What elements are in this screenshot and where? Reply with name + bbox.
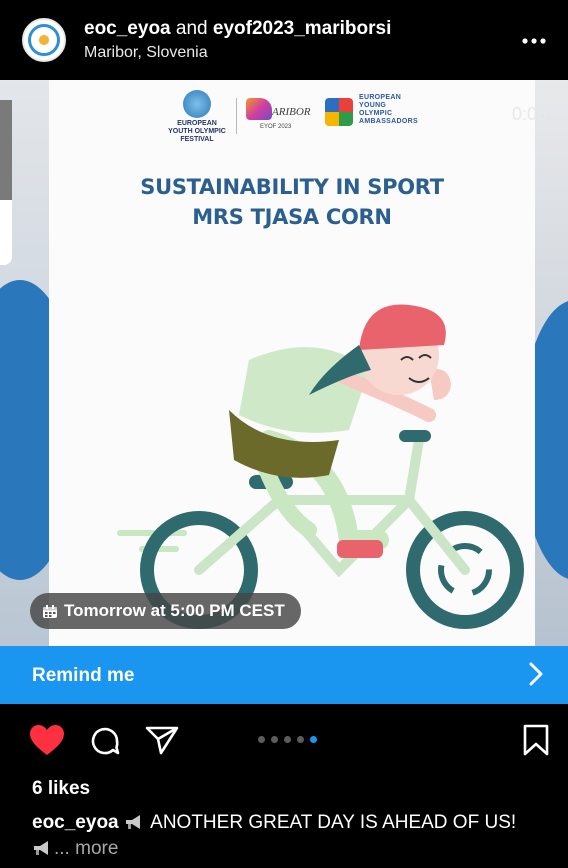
maribor-mark-icon (246, 98, 272, 120)
eyof-globe-icon (183, 90, 211, 118)
megaphone-icon (34, 841, 48, 855)
send-icon[interactable] (145, 725, 179, 755)
poster-headline: SUSTAINABILITY IN SPORT MRS TJASA CORN (49, 172, 535, 232)
eyof-logo-text-3: FESTIVAL (180, 136, 214, 143)
author-joiner: and (175, 18, 208, 39)
bookmark-icon[interactable] (522, 724, 550, 756)
eyoa-logo-line: YOUNG (359, 102, 387, 109)
maribor-logo-text: ARIBOR (272, 106, 311, 118)
caption-text: ANOTHER GREAT DAY IS AHEAD OF US! (150, 812, 517, 833)
post-actions (0, 704, 568, 774)
post-media[interactable]: EUROPEAN YOUTH OLYMPIC FESTIVAL ARIBOR E… (0, 80, 568, 646)
maribor-logo: ARIBOR EYOF 2023 (246, 98, 314, 136)
poster-speaker: MRS TJASA CORN (192, 205, 392, 229)
partner-logos: EUROPEAN YOUTH OLYMPIC FESTIVAL ARIBOR E… (49, 82, 535, 144)
carousel-indicator (258, 736, 317, 743)
post-caption: eoc_eyoa ANOTHER GREAT DAY IS AHEAD OF U… (32, 810, 552, 862)
logo-divider (236, 98, 237, 134)
eyoa-logo-line: AMBASSADORS (359, 118, 418, 125)
poster-title: SUSTAINABILITY IN SPORT (140, 175, 444, 199)
author-username-1[interactable]: eoc_eyoa (84, 18, 171, 39)
post-header: eoc_eyoa and eyof2023_mariborsi Maribor,… (0, 0, 568, 80)
carousel-dot-active (310, 736, 317, 743)
event-poster: EUROPEAN YOUTH OLYMPIC FESTIVAL ARIBOR E… (49, 80, 547, 646)
more-horizontal-icon[interactable] (522, 26, 546, 46)
likes-count[interactable]: 6 likes (32, 778, 90, 800)
calendar-icon (42, 604, 58, 618)
video-timer: 0:05 (512, 104, 548, 124)
eyof-logo-text-2: YOUTH OLYMPIC (168, 128, 226, 135)
eyoa-logo: EUROPEAN YOUNG OLYMPIC AMBASSADORS (325, 94, 435, 136)
megaphone-icon (125, 815, 140, 829)
caption-more-link[interactable]: ... more (54, 838, 118, 859)
user-avatar[interactable] (22, 18, 66, 62)
side-panel-stripe (0, 100, 12, 200)
eyoa-mark-icon (325, 98, 353, 126)
eyof-logo-text-1: EUROPEAN (177, 120, 217, 127)
comment-icon[interactable] (89, 725, 121, 757)
carousel-dot (284, 736, 291, 743)
remind-me-button[interactable]: Remind me (0, 646, 568, 704)
event-time-text: Tomorrow at 5:00 PM CEST (64, 601, 285, 620)
eyoa-logo-line: EUROPEAN (359, 94, 402, 101)
eyoa-logo-text: EUROPEAN YOUNG OLYMPIC AMBASSADORS (359, 94, 418, 126)
cyclist-illustration (117, 304, 524, 629)
chevron-right-icon (529, 662, 543, 686)
eyoa-logo-line: OLYMPIC (359, 110, 393, 117)
remind-me-label: Remind me (32, 665, 135, 686)
carousel-dot (297, 736, 304, 743)
caption-username[interactable]: eoc_eyoa (32, 812, 119, 833)
event-time-badge: Tomorrow at 5:00 PM CEST (30, 593, 301, 629)
avatar-dot (39, 35, 49, 45)
heart-icon[interactable] (29, 724, 65, 756)
carousel-dot (271, 736, 278, 743)
maribor-logo-subtext: EYOF 2023 (260, 124, 292, 130)
author-username-2[interactable]: eyof2023_mariborsi (213, 18, 392, 39)
post-authors: eoc_eyoa and eyof2023_mariborsi (84, 18, 391, 40)
eyof-logo: EUROPEAN YOUTH OLYMPIC FESTIVAL (162, 90, 232, 144)
post-location[interactable]: Maribor, Slovenia (84, 44, 208, 62)
carousel-dot (258, 736, 265, 743)
side-panel-left (0, 100, 12, 265)
